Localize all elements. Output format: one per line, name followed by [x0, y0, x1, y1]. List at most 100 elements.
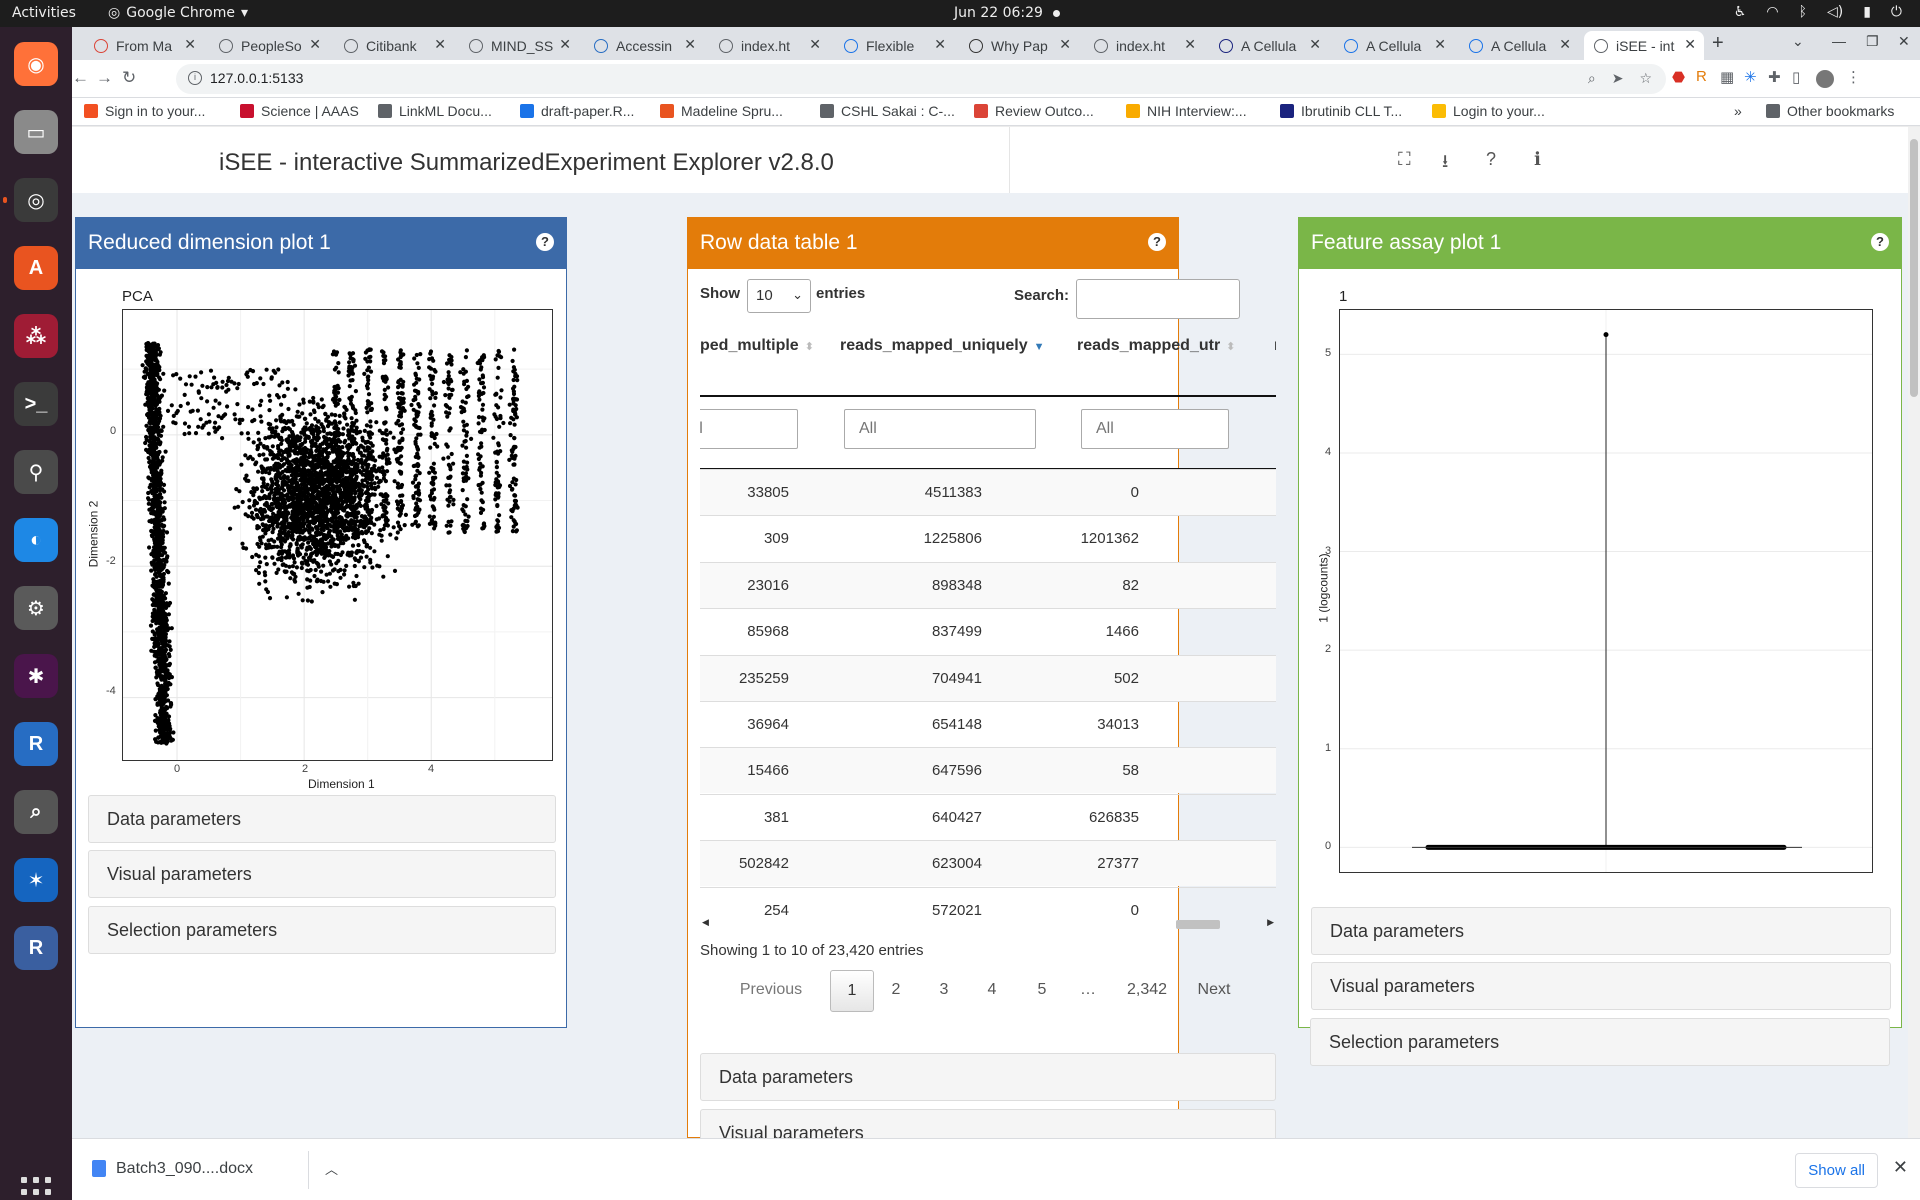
battery-icon[interactable]: ▮	[1863, 4, 1871, 20]
back-icon[interactable]: ←	[72, 68, 89, 88]
tab-search-icon[interactable]: ⌄	[1792, 33, 1804, 50]
help-icon[interactable]: ?	[1486, 149, 1496, 170]
tab[interactable]: index.ht ✕	[1084, 31, 1204, 60]
bookmark-item[interactable]: CSHL Sakai : C-...	[820, 103, 955, 119]
data-parameters-accordion[interactable]: Data parameters	[1311, 907, 1891, 955]
tab-close-icon[interactable]: ✕	[1184, 36, 1196, 53]
tab[interactable]: PeopleSo ✕	[209, 31, 329, 60]
scrollbar-thumb[interactable]	[1176, 920, 1220, 929]
pca-scatter[interactable]	[123, 310, 552, 760]
dock-files-icon[interactable]: ▭	[14, 110, 58, 154]
tab-close-icon[interactable]: ✕	[309, 36, 321, 53]
tab-close-icon[interactable]: ✕	[434, 36, 446, 53]
tab-close-icon[interactable]: ✕	[184, 36, 196, 53]
kebab-menu-icon[interactable]: ⋮	[1846, 68, 1861, 86]
pca-plot-area[interactable]	[122, 309, 553, 761]
close-window-icon[interactable]: ✕	[1898, 33, 1910, 50]
reload-icon[interactable]: ↻	[122, 68, 136, 88]
column-header-reads-mapped-utr[interactable]: reads_mapped_utr ⬍	[1077, 337, 1235, 355]
help-icon[interactable]: ?	[1871, 233, 1889, 251]
dock-maps-icon[interactable]: ⚲	[14, 450, 58, 494]
scrollbar-thumb[interactable]	[1910, 139, 1918, 397]
adblock-icon[interactable]: ⬣	[1672, 68, 1685, 86]
tab-close-icon[interactable]: ✕	[1059, 36, 1071, 53]
scroll-right-icon[interactable]: ▶	[1267, 917, 1274, 928]
forward-icon[interactable]: →	[96, 68, 113, 88]
data-parameters-accordion[interactable]: Data parameters	[700, 1053, 1276, 1101]
side-panel-icon[interactable]: ▯	[1792, 68, 1800, 86]
tab-close-icon[interactable]: ✕	[809, 36, 821, 53]
accessibility-icon[interactable]: ♿	[1734, 4, 1747, 20]
tab[interactable]: MIND_SS ✕	[459, 31, 579, 60]
bookmarks-overflow-button[interactable]: »	[1734, 103, 1742, 119]
tab-close-icon[interactable]: ✕	[684, 36, 696, 53]
tab[interactable]: A Cellula ✕	[1459, 31, 1579, 60]
filter-input-reads-mapped-multiple[interactable]	[700, 409, 798, 449]
tab-close-icon[interactable]: ✕	[934, 36, 946, 53]
download-icon[interactable]: ⭳	[1442, 149, 1448, 179]
horizontal-scrollbar[interactable]: ◀ ▶	[700, 917, 1276, 931]
table-row[interactable]: 15466 647596 58	[700, 747, 1276, 794]
bookmark-item[interactable]: Login to your...	[1432, 103, 1545, 119]
page-scrollbar[interactable]	[1908, 127, 1920, 1138]
table-row[interactable]: 85968 837499 1466	[700, 608, 1276, 654]
tab[interactable]: From Ma ✕	[84, 31, 204, 60]
tab[interactable]: A Cellula ✕	[1209, 31, 1329, 60]
page-button[interactable]: 1	[830, 970, 874, 1012]
bluetooth-icon[interactable]: ᛒ	[1799, 4, 1807, 20]
table-row[interactable]: 309 1225806 1201362	[700, 515, 1276, 561]
info-icon[interactable]: ℹ	[1534, 149, 1541, 170]
profile-avatar[interactable]	[1816, 70, 1834, 88]
page-button[interactable]: 2	[884, 970, 908, 1012]
data-parameters-accordion[interactable]: Data parameters	[88, 795, 556, 843]
close-icon[interactable]: ✕	[1893, 1157, 1908, 1178]
page-button[interactable]: 5	[1030, 970, 1054, 1012]
other-bookmarks-folder[interactable]: Other bookmarks	[1766, 103, 1894, 119]
visual-parameters-accordion[interactable]: Visual parameters	[88, 850, 556, 898]
visual-parameters-accordion[interactable]: Visual parameters	[700, 1109, 1276, 1138]
selection-parameters-accordion[interactable]: Selection parameters	[1310, 1018, 1890, 1066]
table-row[interactable]: 235259 704941 502	[700, 654, 1276, 701]
activities-button[interactable]: Activities	[12, 5, 76, 21]
extensions-puzzle-icon[interactable]: ✚	[1768, 68, 1781, 86]
power-icon[interactable]: ⏻	[1891, 4, 1902, 20]
url-text[interactable]: 127.0.0.1:5133	[210, 70, 303, 86]
next-page-button[interactable]: Next	[1184, 970, 1244, 1012]
previous-page-button[interactable]: Previous	[732, 970, 810, 1012]
violin-plot-area[interactable]	[1339, 309, 1873, 873]
wifi-icon[interactable]: ◠	[1766, 4, 1778, 20]
dock-settings-icon[interactable]: ⚙	[14, 586, 58, 630]
dock-chrome-icon[interactable]: ◎	[3, 178, 58, 222]
bookmark-item[interactable]: Madeline Spru...	[660, 103, 783, 119]
table-row[interactable]: 36964 654148 34013	[700, 701, 1276, 747]
table-row[interactable]: 33805 4511383 0	[700, 469, 1276, 515]
dock-crossover-icon[interactable]: ◐	[14, 518, 58, 562]
bookmark-item[interactable]: Sign in to your...	[84, 103, 205, 119]
dock-software-icon[interactable]: A	[14, 246, 58, 290]
bookmark-item[interactable]: Ibrutinib CLL T...	[1280, 103, 1402, 119]
table-row[interactable]: 381 640427 626835	[700, 793, 1276, 840]
volume-icon[interactable]: ◁)	[1827, 4, 1843, 20]
tab-close-icon[interactable]: ✕	[1309, 36, 1321, 53]
extension-r-icon[interactable]: R	[1696, 68, 1707, 85]
tab-close-icon[interactable]: ✕	[1434, 36, 1446, 53]
star-icon[interactable]: ☆	[1639, 70, 1652, 87]
show-all-button[interactable]: Show all	[1795, 1153, 1878, 1188]
zoom-icon[interactable]: ⌕	[1588, 70, 1596, 87]
dock-terminal-icon[interactable]: >_	[14, 382, 58, 426]
page-button[interactable]: 4	[980, 970, 1004, 1012]
table-row[interactable]: 502842 623004 27377	[700, 840, 1276, 887]
visual-parameters-accordion[interactable]: Visual parameters	[1311, 962, 1891, 1010]
dock-app-blue-icon[interactable]: ✶	[14, 858, 58, 902]
filter-input-reads-mapped-uniquely[interactable]	[844, 409, 1036, 449]
column-header-truncated[interactable]: r	[1274, 337, 1276, 355]
page-button[interactable]: 2,342	[1126, 970, 1168, 1012]
column-header-reads-mapped-multiple[interactable]: ped_multiple ⬍	[700, 337, 814, 355]
clock[interactable]: Jun 22 06:29	[954, 5, 1060, 21]
dock-magnifier-icon[interactable]: ⌕	[14, 790, 58, 834]
tab[interactable]: Flexible ✕	[834, 31, 954, 60]
tab-active[interactable]: iSEE - int ✕	[1584, 31, 1704, 60]
chevron-up-icon[interactable]: ︿	[325, 1159, 338, 1178]
page-button[interactable]: 3	[932, 970, 956, 1012]
minimize-icon[interactable]: —	[1832, 33, 1846, 49]
